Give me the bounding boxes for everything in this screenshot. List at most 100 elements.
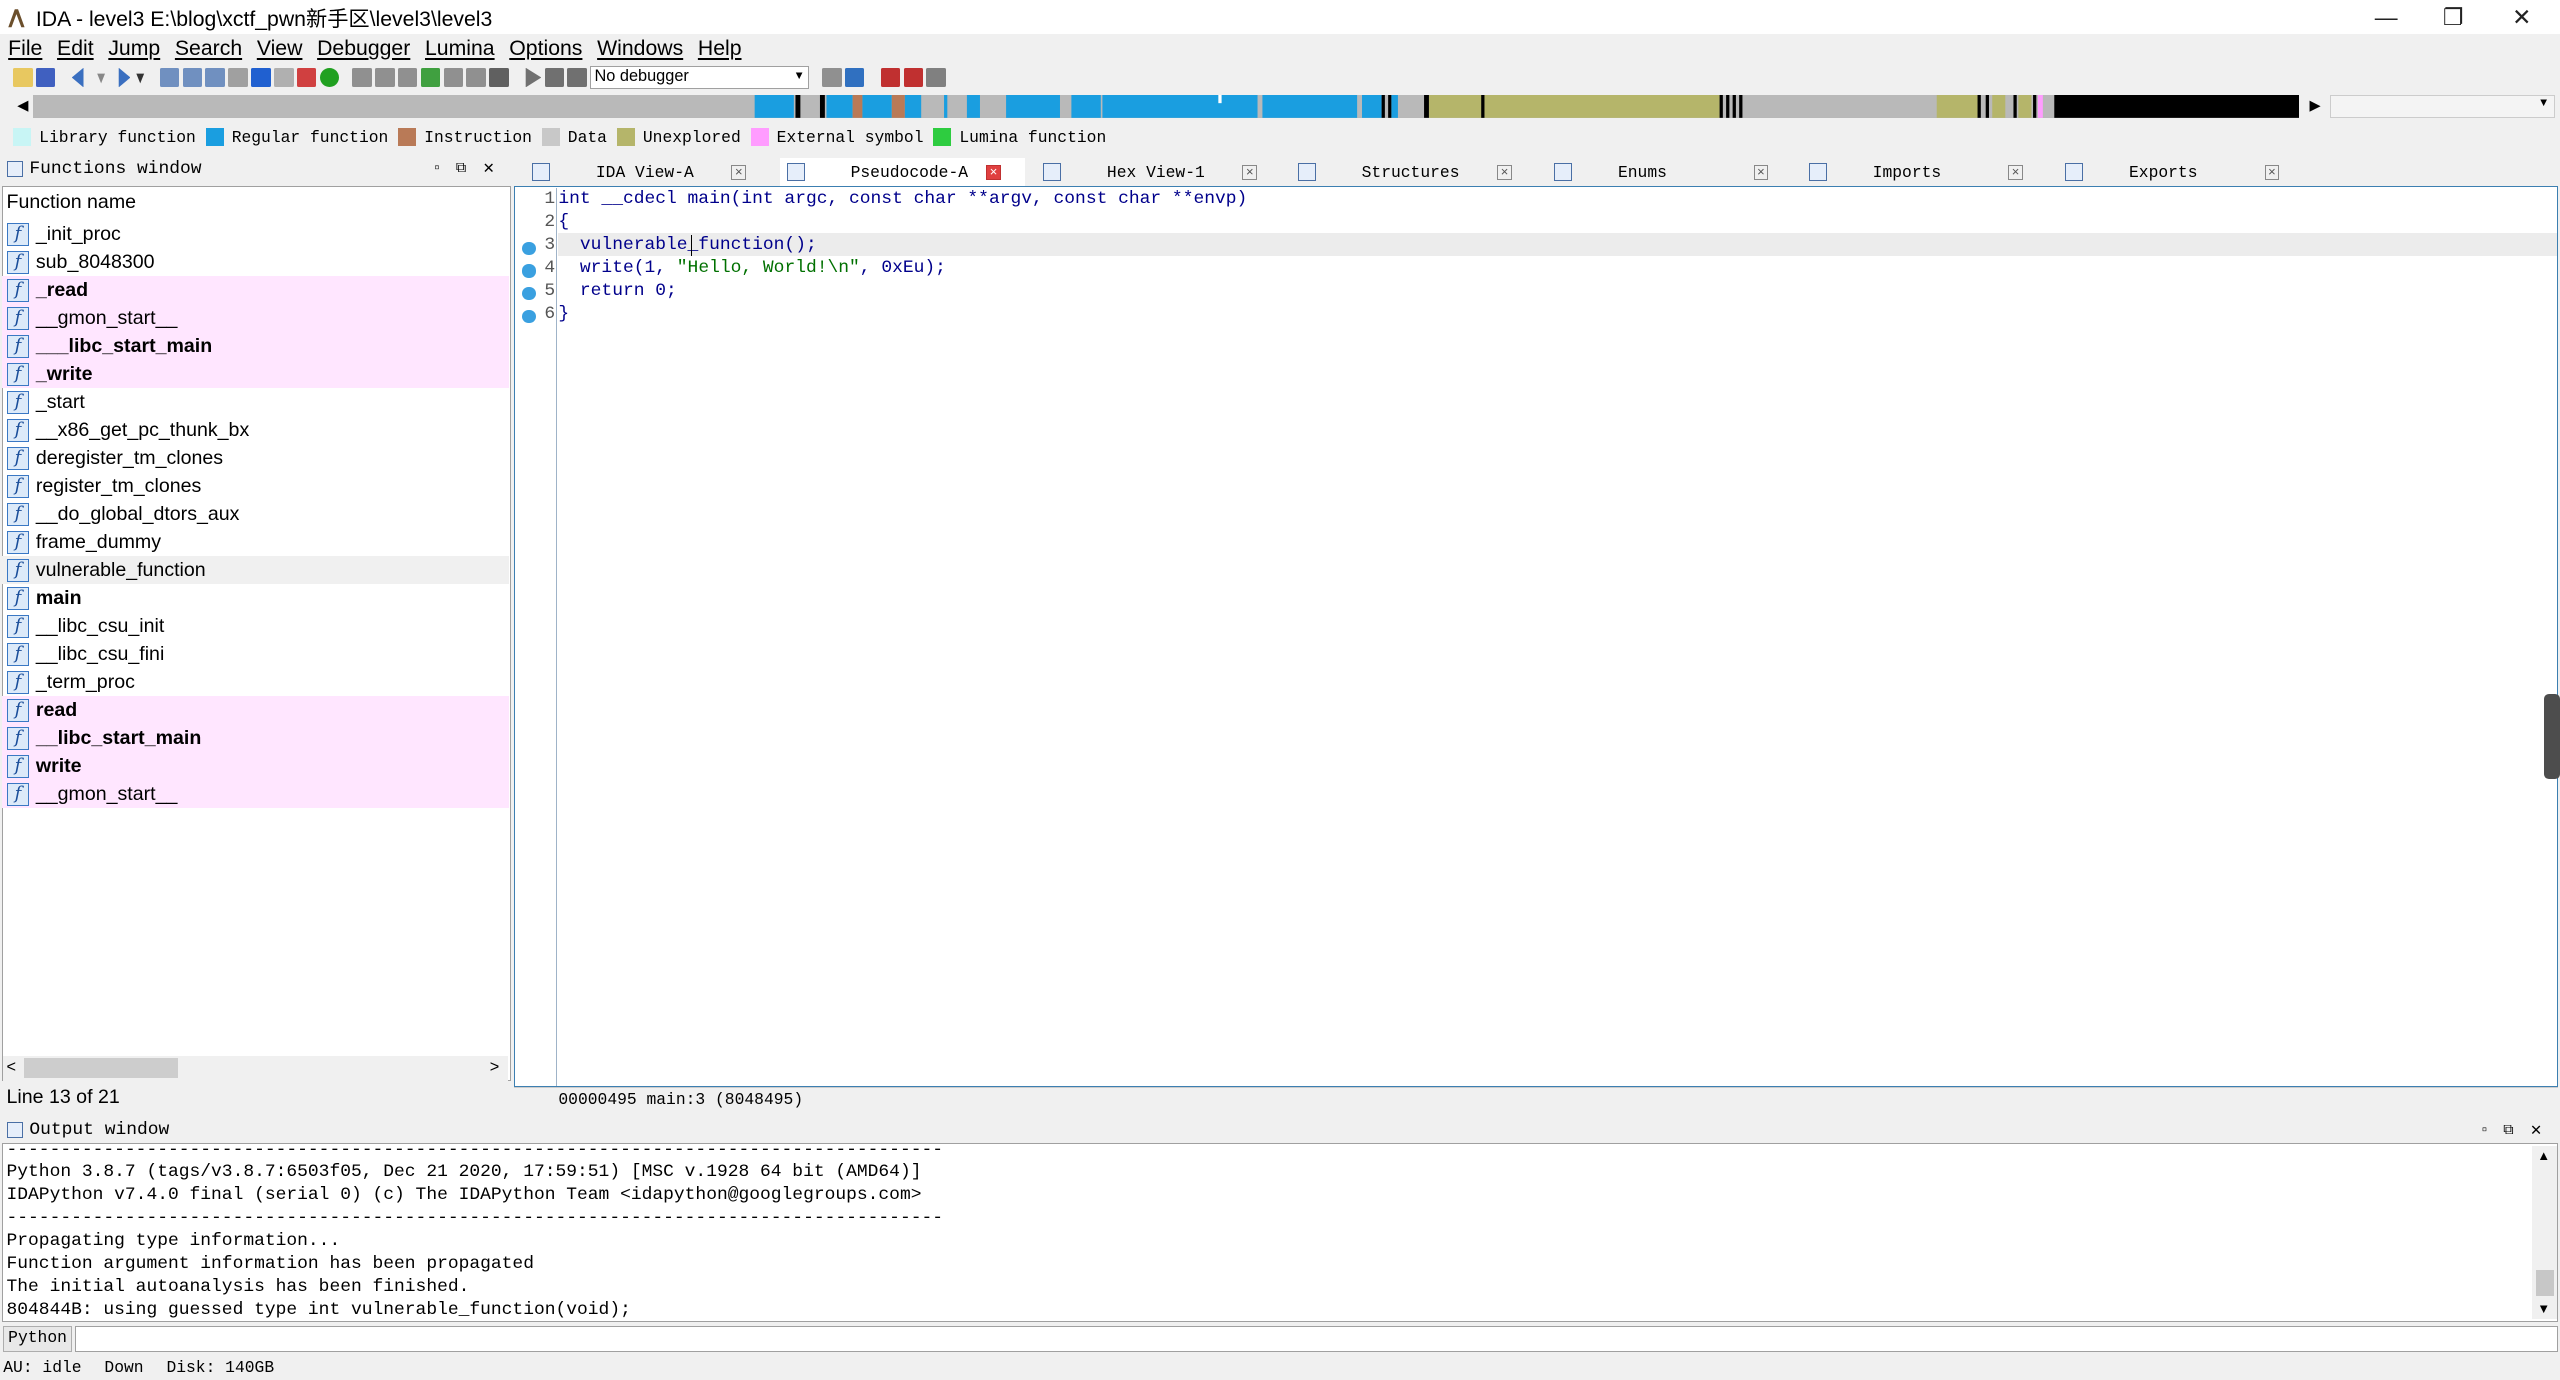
menu-view[interactable]: View [257, 37, 303, 61]
function-row[interactable]: f frame_dummy [2, 528, 510, 556]
dock-output-icon[interactable]: ⧉ [2503, 1122, 2514, 1139]
function-row[interactable]: f __gmon_start__ [1, 780, 510, 809]
function-row[interactable]: f deregister_tm_clones [2, 444, 510, 472]
function-row[interactable]: f __libc_csu_init [2, 612, 510, 640]
save-icon[interactable] [35, 67, 56, 88]
dock-pane-icon[interactable]: ⧉ [456, 160, 467, 177]
close-tab-icon[interactable]: × [2008, 164, 2023, 180]
close-tab-icon[interactable]: × [731, 164, 747, 180]
nav-left-arrow-icon[interactable]: ◀ [13, 95, 33, 118]
tool-1-icon[interactable] [352, 67, 372, 88]
tab-pseudocode-a[interactable]: Pseudocode-A × [780, 158, 1026, 187]
forward-icon[interactable] [118, 67, 131, 88]
run-script-icon[interactable] [319, 67, 340, 88]
breakpoint-dot-icon[interactable] [522, 241, 536, 255]
function-row[interactable]: f register_tm_clones [2, 472, 510, 500]
breakpoint-dot-icon[interactable] [522, 264, 536, 278]
graph-icon[interactable] [273, 67, 294, 88]
menu-windows[interactable]: Windows [597, 37, 683, 61]
function-row[interactable]: f _term_proc [2, 668, 510, 696]
scrollbar-thumb[interactable] [2535, 1270, 2554, 1297]
tool-6-icon[interactable] [466, 67, 486, 88]
function-row[interactable]: f __libc_start_main [1, 724, 510, 753]
code-line[interactable]: return 0; [558, 281, 677, 301]
tool-5-icon[interactable] [443, 67, 464, 88]
minimize-button[interactable]: — [2349, 0, 2422, 34]
menu-jump[interactable]: Jump [108, 37, 160, 61]
binary-search-icon[interactable] [159, 67, 180, 88]
debugger-select[interactable]: No debugger ▼ [590, 66, 810, 89]
scroll-right-icon[interactable]: > [490, 1058, 500, 1077]
function-row[interactable]: f ___libc_start_main [1, 332, 510, 361]
tab-ida-view-a[interactable]: IDA View-A × [526, 158, 771, 186]
menu-search[interactable]: Search [175, 37, 242, 61]
function-row[interactable]: f main [2, 584, 510, 612]
attach-icon[interactable] [822, 67, 842, 88]
tab-exports[interactable]: Exports × [2059, 158, 2304, 186]
menu-edit[interactable]: Edit [57, 37, 94, 61]
open-icon[interactable] [13, 67, 33, 88]
clear-breakpoint-icon[interactable] [926, 67, 947, 88]
close-tab-icon[interactable]: × [1242, 164, 1258, 180]
column-header-function-name[interactable]: Function name [7, 191, 137, 214]
function-row[interactable]: f __do_global_dtors_aux [2, 500, 510, 528]
code-line[interactable]: { [558, 212, 569, 232]
flowchart-icon[interactable] [296, 67, 317, 88]
function-row[interactable]: f vulnerable_function [1, 556, 510, 585]
scroll-left-icon[interactable]: < [7, 1058, 17, 1077]
close-tab-icon[interactable]: × [2264, 164, 2280, 180]
scroll-up-icon[interactable]: ▲ [2537, 1148, 2550, 1163]
menu-file[interactable]: File [8, 37, 42, 61]
pseudocode-view[interactable] [514, 186, 2559, 1088]
float-pane-icon[interactable]: ▫ [434, 160, 439, 177]
tab-imports[interactable]: Imports × [1803, 158, 2048, 186]
function-row[interactable]: f sub_8048300 [2, 248, 510, 276]
immediate-search-icon[interactable] [205, 67, 226, 88]
tool-7-icon[interactable] [489, 67, 509, 88]
close-tab-icon[interactable]: × [1497, 164, 1512, 180]
back-icon[interactable] [71, 67, 84, 88]
stop-debug-icon[interactable] [567, 67, 587, 88]
function-row[interactable]: f __libc_csu_fini [2, 640, 510, 668]
text-search-icon[interactable] [182, 67, 203, 88]
tab-enums[interactable]: Enums × [1548, 158, 1793, 186]
scrollbar-thumb[interactable] [24, 1057, 178, 1078]
python-command-input[interactable] [75, 1325, 2559, 1352]
close-tab-icon[interactable]: × [986, 164, 1001, 180]
add-breakpoint-icon[interactable] [903, 67, 924, 88]
function-row[interactable]: f _start [2, 388, 510, 416]
function-row[interactable]: f __x86_get_pc_thunk_bx [2, 416, 510, 444]
breakpoint-dot-icon[interactable] [522, 287, 536, 301]
function-row[interactable]: f _write [1, 360, 510, 389]
float-output-icon[interactable]: ▫ [2482, 1122, 2487, 1139]
tool-2-icon[interactable] [375, 67, 395, 88]
refresh-icon[interactable] [844, 67, 865, 88]
function-row[interactable]: f read [1, 696, 510, 725]
code-line[interactable]: vulnerable_function(); [558, 235, 817, 255]
nav-right-arrow-icon[interactable]: ▶ [2305, 95, 2325, 118]
function-row[interactable]: f __gmon_start__ [1, 304, 510, 333]
tool-4-icon[interactable] [420, 67, 441, 88]
restore-button[interactable]: ❐ [2416, 0, 2489, 34]
code-line[interactable]: write(1, "Hello, World!\n", 0xEu); [558, 258, 946, 278]
scroll-down-icon[interactable]: ▼ [2537, 1301, 2550, 1316]
function-row[interactable]: f _read [1, 276, 510, 305]
start-debug-icon[interactable] [525, 67, 542, 88]
function-row[interactable]: f write [1, 752, 510, 781]
tool-3-icon[interactable] [397, 67, 418, 88]
close-window-button[interactable]: ✕ [2485, 0, 2558, 34]
tab-structures[interactable]: Structures × [1291, 158, 1536, 186]
forward-dropdown-icon[interactable] [136, 73, 145, 84]
close-output-icon[interactable]: ✕ [2530, 1122, 2542, 1139]
jump-down-icon[interactable] [251, 67, 271, 88]
function-row[interactable]: f _init_proc [2, 220, 510, 248]
side-panel-handle[interactable] [2543, 693, 2560, 779]
menu-options[interactable]: Options [509, 37, 582, 61]
code-line[interactable]: int __cdecl main(int argc, const char **… [558, 189, 1247, 209]
breakpoint-dot-icon[interactable] [522, 310, 536, 324]
back-dropdown-icon[interactable] [97, 73, 106, 84]
python-language-button[interactable]: Python [3, 1325, 72, 1352]
breakpoint-icon[interactable] [880, 67, 901, 88]
code-icon[interactable] [228, 67, 248, 88]
nav-range-select[interactable]: ▼ [2329, 94, 2556, 118]
